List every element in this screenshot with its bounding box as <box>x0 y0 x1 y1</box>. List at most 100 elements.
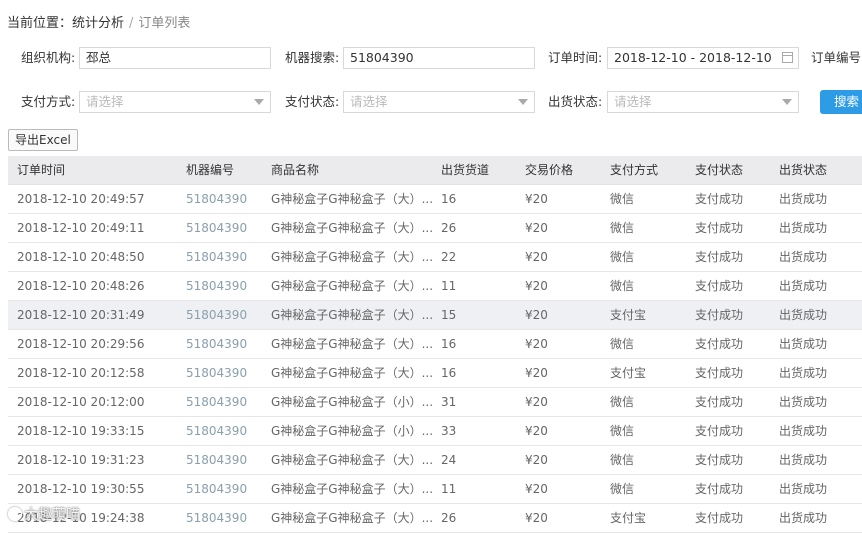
cell-machine-no: 51804390 <box>186 221 248 235</box>
column-header-slot: 出货货道 <box>441 163 490 177</box>
cell-slot: 31 <box>441 395 457 409</box>
cell-ship-status: 出货成功 <box>779 250 828 264</box>
pay-status-select[interactable]: 请选择 <box>343 91 535 113</box>
cell-price: ¥20 <box>525 453 548 467</box>
column-header-order-time: 订单时间 <box>17 163 66 177</box>
cell-machine-no: 51804390 <box>186 279 248 293</box>
machine-search-input[interactable]: 51804390 <box>343 47 535 69</box>
column-header-ship-status: 出货状态 <box>779 163 828 177</box>
chevron-down-icon <box>518 99 528 105</box>
breadcrumb-separator: / <box>129 16 134 31</box>
machine-search-label: 机器搜索: <box>285 50 340 65</box>
ship-status-placeholder: 请选择 <box>614 94 652 109</box>
breadcrumb-section-link[interactable]: 统计分析 <box>72 16 124 31</box>
cell-product-name: G神秘盒子G神秘盒子（大）... <box>271 482 434 496</box>
table-row[interactable]: 2018-12-10 19:31:23 51804390 G神秘盒子G神秘盒子（大）… <box>8 446 862 475</box>
cell-order-time: 2018-12-10 19:33:15 <box>17 424 145 438</box>
cell-ship-status: 出货成功 <box>779 308 828 322</box>
cell-price: ¥20 <box>525 279 548 293</box>
cell-ship-status: 出货成功 <box>779 453 828 467</box>
table-body: 2018-12-10 20:49:57 51804390 G神秘盒子G神秘盒子（大）… <box>8 185 862 533</box>
cell-slot: 15 <box>441 308 457 322</box>
cell-pay-method: 微信 <box>610 221 635 235</box>
cell-pay-status: 支付成功 <box>695 424 744 438</box>
cell-pay-status: 支付成功 <box>695 395 744 409</box>
watermark-logo-icon <box>8 507 22 521</box>
column-header-pay-method: 支付方式 <box>610 163 659 177</box>
ship-status-label: 出货状态: <box>548 94 603 109</box>
breadcrumb-current: 订单列表 <box>138 16 191 31</box>
table-row[interactable]: 2018-12-10 20:48:50 51804390 G神秘盒子G神秘盒子（大）… <box>8 243 862 272</box>
cell-price: ¥20 <box>525 308 548 322</box>
cell-pay-method: 微信 <box>610 395 635 409</box>
cell-pay-status: 支付成功 <box>695 221 744 235</box>
cell-ship-status: 出货成功 <box>779 366 828 380</box>
org-input[interactable]: 邳总 <box>79 47 271 69</box>
cell-product-name: G神秘盒子G神秘盒子（大）... <box>271 221 434 235</box>
cell-order-time: 2018-12-10 20:12:58 <box>17 366 145 380</box>
export-excel-button[interactable]: 导出Excel <box>8 129 78 151</box>
cell-machine-no: 51804390 <box>186 424 248 438</box>
table-row[interactable]: 2018-12-10 19:24:38 51804390 G神秘盒子G神秘盒子（大）… <box>8 504 862 533</box>
table-row[interactable]: 2018-12-10 20:12:00 51804390 G神秘盒子G神秘盒子（小）… <box>8 388 862 417</box>
search-button[interactable]: 搜索 <box>820 90 862 114</box>
cell-product-name: G神秘盒子G神秘盒子（大）... <box>271 250 434 264</box>
breadcrumb: 当前位置：统计分析 / 订单列表 <box>7 14 190 34</box>
cell-pay-method: 微信 <box>610 482 635 496</box>
cell-product-name: G神秘盒子G神秘盒子（小）... <box>271 395 434 409</box>
pay-status-label: 支付状态: <box>285 94 340 109</box>
cell-slot: 22 <box>441 250 457 264</box>
table-row[interactable]: 2018-12-10 20:49:57 51804390 G神秘盒子G神秘盒子（大）… <box>8 185 862 214</box>
cell-ship-status: 出货成功 <box>779 395 828 409</box>
cell-price: ¥20 <box>525 337 548 351</box>
table-row[interactable]: 2018-12-10 19:30:55 51804390 G神秘盒子G神秘盒子（大）… <box>8 475 862 504</box>
cell-ship-status: 出货成功 <box>779 279 828 293</box>
cell-product-name: G神秘盒子G神秘盒子（大）... <box>271 308 434 322</box>
cell-product-name: G神秘盒子G神秘盒子（大）... <box>271 453 434 467</box>
cell-order-time: 2018-12-10 20:31:49 <box>17 308 145 322</box>
cell-machine-no: 51804390 <box>186 192 248 206</box>
column-header-price: 交易价格 <box>525 163 574 177</box>
cell-slot: 26 <box>441 221 457 235</box>
cell-pay-status: 支付成功 <box>695 250 744 264</box>
cell-pay-method: 微信 <box>610 337 635 351</box>
cell-pay-method: 微信 <box>610 192 635 206</box>
table-row[interactable]: 2018-12-10 20:48:26 51804390 G神秘盒子G神秘盒子（大）… <box>8 272 862 301</box>
table-header: 订单时间 机器编号 商品名称 出货货道 交易价格 支付方式 支付状态 出货状态 <box>8 156 862 185</box>
cell-product-name: G神秘盒子G神秘盒子（大）... <box>271 279 434 293</box>
table-row[interactable]: 2018-12-10 20:49:11 51804390 G神秘盒子G神秘盒子（大）… <box>8 214 862 243</box>
pay-method-select[interactable]: 请选择 <box>79 91 271 113</box>
cell-price: ¥20 <box>525 250 548 264</box>
table-row[interactable]: 2018-12-10 20:29:56 51804390 G神秘盒子G神秘盒子（大）… <box>8 330 862 359</box>
table-row[interactable]: 2018-12-10 19:33:15 51804390 G神秘盒子G神秘盒子（小）… <box>8 417 862 446</box>
chevron-down-icon <box>254 99 264 105</box>
cell-ship-status: 出货成功 <box>779 337 828 351</box>
order-time-value: 2018-12-10 - 2018-12-10 <box>614 50 772 65</box>
cell-order-time: 2018-12-10 20:48:26 <box>17 279 145 293</box>
cell-pay-method: 微信 <box>610 453 635 467</box>
cell-order-time: 2018-12-10 20:48:50 <box>17 250 145 264</box>
cell-price: ¥20 <box>525 192 548 206</box>
cell-order-time: 2018-12-10 20:49:57 <box>17 192 145 206</box>
breadcrumb-prefix: 当前位置： <box>7 16 73 31</box>
cell-price: ¥20 <box>525 395 548 409</box>
cell-slot: 16 <box>441 192 457 206</box>
calendar-icon[interactable] <box>782 52 793 63</box>
cell-machine-no: 51804390 <box>186 250 248 264</box>
cell-product-name: G神秘盒子G神秘盒子（大）... <box>271 337 434 351</box>
cell-product-name: G神秘盒子G神秘盒子（小）... <box>271 424 434 438</box>
cell-product-name: G神秘盒子G神秘盒子（大）... <box>271 192 434 206</box>
table-row[interactable]: 2018-12-10 20:31:49 51804390 G神秘盒子G神秘盒子（大）… <box>8 301 862 330</box>
pay-method-label: 支付方式: <box>21 94 76 109</box>
cell-pay-status: 支付成功 <box>695 337 744 351</box>
cell-machine-no: 51804390 <box>186 337 248 351</box>
order-time-range-input[interactable]: 2018-12-10 - 2018-12-10 <box>607 47 799 69</box>
order-time-label: 订单时间: <box>548 50 603 65</box>
column-header-product-name: 商品名称 <box>271 163 320 177</box>
cell-machine-no: 51804390 <box>186 308 248 322</box>
ship-status-select[interactable]: 请选择 <box>607 91 799 113</box>
order-table: 订单时间 机器编号 商品名称 出货货道 交易价格 支付方式 支付状态 出货状态 2018-12… <box>8 156 862 533</box>
column-header-machine-no: 机器编号 <box>186 163 235 177</box>
cell-pay-method: 支付宝 <box>610 308 647 322</box>
table-row[interactable]: 2018-12-10 20:12:58 51804390 G神秘盒子G神秘盒子（大）… <box>8 359 862 388</box>
